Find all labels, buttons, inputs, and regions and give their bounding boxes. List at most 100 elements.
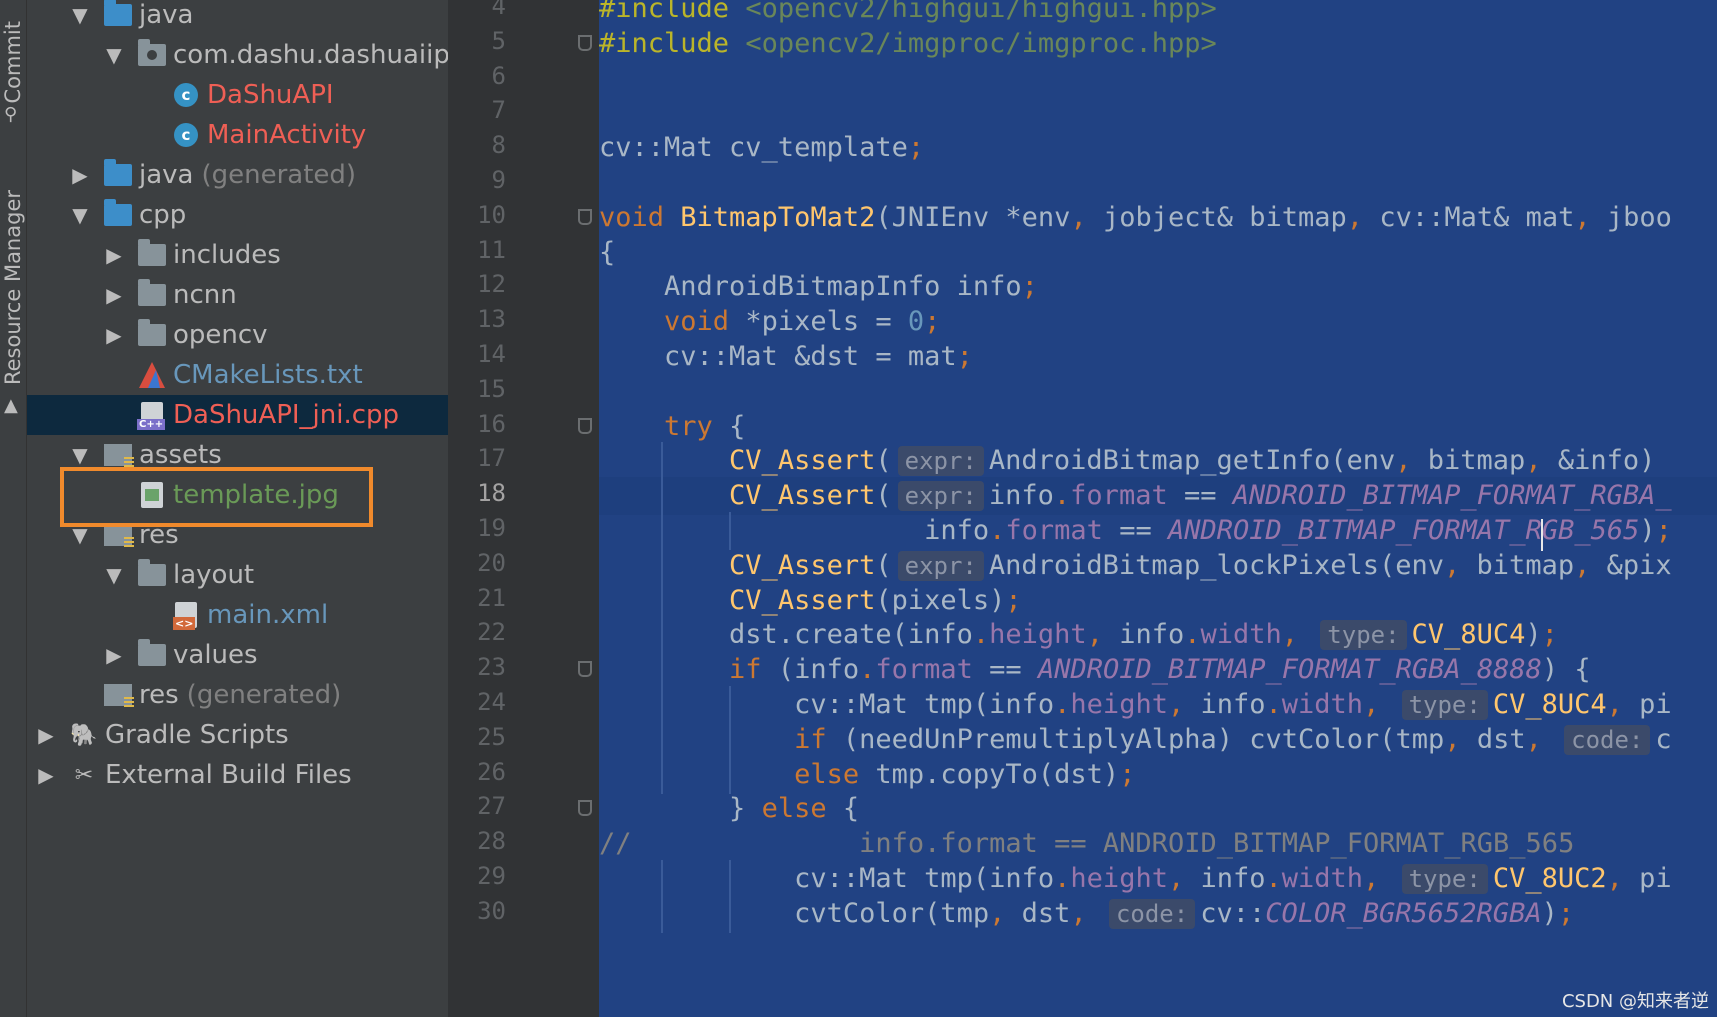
code-token: , [1444, 723, 1477, 755]
parameter-hint: type: [1401, 864, 1488, 894]
code-token: , [1606, 863, 1640, 894]
tree-item[interactable]: ▶main.xml [27, 595, 448, 635]
code-line: #include <opencv2/highgui/highgui.hpp> [599, 0, 1217, 28]
generated-folder-icon [103, 159, 133, 189]
code-token: else [761, 793, 843, 825]
indent-guide [661, 477, 663, 516]
tree-item-label: DaShuAPI_jni.cpp [173, 400, 400, 430]
line-number: 6 [491, 61, 506, 90]
tree-item[interactable]: ▶ ✂ External Build Files [27, 755, 448, 795]
code-token: ; [1021, 271, 1038, 303]
code-token: if [794, 723, 843, 755]
chevron-down-icon[interactable]: ▼ [69, 203, 91, 227]
chevron-down-icon[interactable]: ▼ [103, 563, 125, 587]
chevron-down-icon[interactable]: ▼ [69, 3, 91, 27]
tree-item-label: java [139, 0, 194, 30]
tree-item[interactable]: ▶ ncnn [27, 275, 448, 315]
chevron-right-icon[interactable]: ▶ [103, 283, 125, 307]
tree-item-label: assets [139, 440, 222, 470]
tree-item[interactable]: ▼ layout [27, 555, 448, 595]
tree-item[interactable]: ▼ java [27, 0, 448, 35]
line-number: 26 [477, 757, 506, 786]
tree-item-label: cpp [139, 200, 187, 230]
code-line: else tmp.copyTo(dst); [599, 755, 1136, 794]
chevron-right-icon[interactable]: ▶ [35, 723, 57, 747]
tree-item[interactable]: ▶ values [27, 635, 448, 675]
package-icon [137, 39, 167, 69]
fold-marker-icon[interactable] [578, 417, 592, 434]
tree-item[interactable]: ▶res(generated) [27, 675, 448, 715]
code-token: info [1119, 619, 1185, 651]
code-token: bitmap [1427, 445, 1526, 477]
code-token: (pixels) [875, 584, 1006, 616]
code-token: , [1444, 549, 1477, 581]
code-token: #include [599, 27, 746, 59]
chevron-right-icon[interactable]: ▶ [103, 243, 125, 267]
fold-marker-icon[interactable] [578, 661, 592, 678]
tree-item[interactable]: ▶DaShuAPI_jni.cpp [27, 395, 448, 435]
code-token: , [1606, 689, 1640, 720]
fold-marker-icon[interactable] [578, 800, 592, 817]
tree-item[interactable]: ▶ opencv [27, 315, 448, 355]
code-token: info [1200, 689, 1266, 720]
tree-item[interactable]: ▶ 🐘 Gradle Scripts [27, 715, 448, 755]
code-token: jboo [1606, 201, 1672, 233]
tree-item[interactable]: ▶ java (generated) [27, 155, 448, 195]
code-token: width [1281, 689, 1364, 720]
tree-item[interactable]: ▶ includes [27, 235, 448, 275]
tree-item-label: CMakeLists.txt [173, 360, 363, 390]
commit-tab-label: Commit [1, 21, 25, 104]
parameter-hint: code: [1564, 724, 1651, 755]
chevron-right-icon[interactable]: ▶ [69, 163, 91, 187]
gradle-icon: 🐘 [70, 722, 98, 748]
chevron-right-icon[interactable]: ▶ [103, 323, 125, 347]
chevron-right-icon[interactable]: ▶ [35, 763, 57, 787]
code-token: , [1574, 201, 1607, 233]
tree-item[interactable]: ▶CMakeLists.txt [27, 355, 448, 395]
code-token: ; [1119, 758, 1136, 790]
code-token: . [1054, 689, 1071, 720]
code-line: cv::Mat tmp(info.height, info.width, typ… [599, 686, 1672, 724]
tree-item[interactable]: ▶cDaShuAPI [27, 75, 448, 115]
chevron-down-icon[interactable]: ▼ [103, 43, 125, 67]
tree-item-label: includes [173, 240, 281, 270]
resource-manager-tab[interactable]: Resource Manager ▲ [0, 165, 26, 416]
code-editor[interactable]: #include <opencv2/highgui/highgui.hpp> #i… [599, 0, 1717, 1017]
code-token: AndroidBitmap_lockPixels(env [988, 549, 1445, 581]
commit-tab[interactable]: Commit ⚲ [0, 0, 26, 125]
code-token: { [842, 793, 860, 825]
code-token: ( [875, 445, 892, 477]
code-token: info [599, 515, 990, 546]
code-token: == [972, 654, 1038, 686]
code-line: info.format == ANDROID_BITMAP_FORMAT_RGB… [599, 512, 1672, 550]
code-token: c [1655, 723, 1672, 755]
code-token: AndroidBitmapInfo info [599, 271, 1022, 303]
parameter-hint: type: [1401, 690, 1488, 720]
code-token: if [729, 654, 778, 686]
code-token: AndroidBitmap_getInfo(env [988, 445, 1396, 477]
tree-item[interactable]: ▼ cpp [27, 195, 448, 235]
fold-marker-icon[interactable] [578, 208, 592, 225]
chevron-right-icon[interactable]: ▶ [103, 643, 125, 667]
code-token: ; [907, 132, 925, 164]
indent-guide [661, 686, 663, 724]
tree-item-label: MainActivity [207, 120, 367, 150]
fold-marker-icon[interactable] [578, 34, 592, 51]
folder-icon [103, 199, 133, 229]
code-token: &pix [1606, 549, 1672, 581]
code-token: , [1167, 863, 1201, 894]
code-token: ; [1655, 515, 1672, 546]
tree-item[interactable]: ▼ com.dashu.dashuaiip [27, 35, 448, 75]
tree-item[interactable]: ▶cMainActivity [27, 115, 448, 155]
parameter-hint: expr: [897, 446, 984, 477]
line-number: 23 [477, 653, 506, 682]
line-number: 8 [491, 131, 506, 160]
code-token: ANDROID_BITMAP_FORMAT_RGBA_8888 [1037, 654, 1542, 686]
code-token: // info.format == ANDROID_BITMAP_FORMAT_… [599, 828, 1575, 860]
chevron-down-icon[interactable]: ▼ [69, 443, 91, 467]
line-number: 25 [477, 722, 506, 751]
code-line: #include <opencv2/imgproc/imgproc.hpp> [599, 25, 1217, 63]
code-token: else [794, 758, 876, 790]
code-token: , [1525, 723, 1559, 755]
